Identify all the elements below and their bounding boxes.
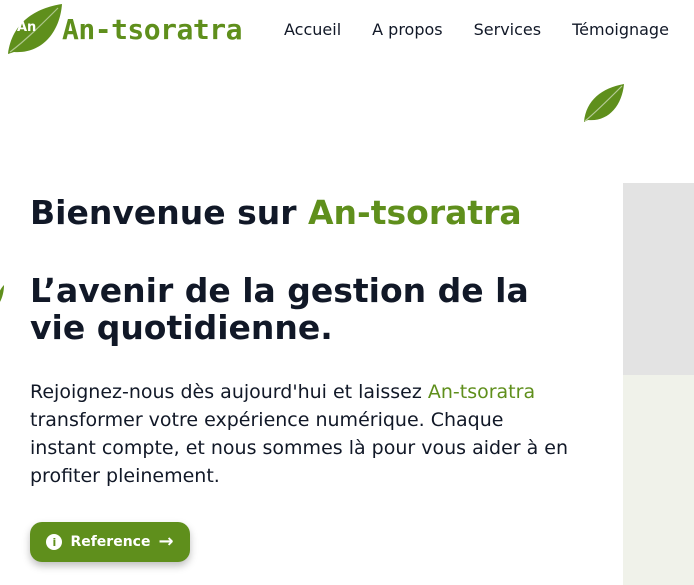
nav-item-accueil[interactable]: Accueil	[284, 20, 341, 39]
info-icon: i	[46, 534, 63, 550]
nav-item-a-propos[interactable]: A propos	[372, 20, 442, 39]
welcome-title: Bienvenue sur An-tsoratra	[30, 193, 522, 232]
paragraph-brand: An-tsoratra	[427, 381, 536, 403]
arrow-right-icon: →	[158, 531, 174, 552]
page-headline: L’avenir de la gestion de la vie quotidi…	[30, 271, 529, 347]
main-nav: Accueil A propos Services Témoignage	[284, 20, 669, 39]
hero-image-panel	[623, 375, 694, 585]
logo-mark: An	[17, 20, 37, 35]
nav-item-services[interactable]: Services	[474, 20, 541, 39]
welcome-prefix: Bienvenue sur	[30, 193, 308, 232]
leaf-icon	[0, 285, 6, 313]
leaf-icon	[582, 82, 626, 128]
paragraph-prefix: Rejoignez-nous dès aujourd'hui et laisse…	[30, 381, 428, 403]
nav-item-temoignage[interactable]: Témoignage	[572, 20, 669, 39]
hero-paragraph: Rejoignez-nous dès aujourd'hui et laisse…	[30, 378, 575, 490]
reference-button-label: Reference	[70, 534, 151, 550]
reference-button[interactable]: i Reference →	[30, 522, 190, 562]
logo[interactable]: An An-tsoratra	[6, 2, 242, 56]
welcome-brand: An-tsoratra	[308, 193, 522, 232]
leaf-logo-icon: An	[6, 2, 64, 56]
logo-text: An-tsoratra	[62, 12, 242, 46]
hero-image-placeholder	[623, 183, 694, 375]
paragraph-suffix: transformer votre expérience numérique. …	[30, 409, 569, 487]
